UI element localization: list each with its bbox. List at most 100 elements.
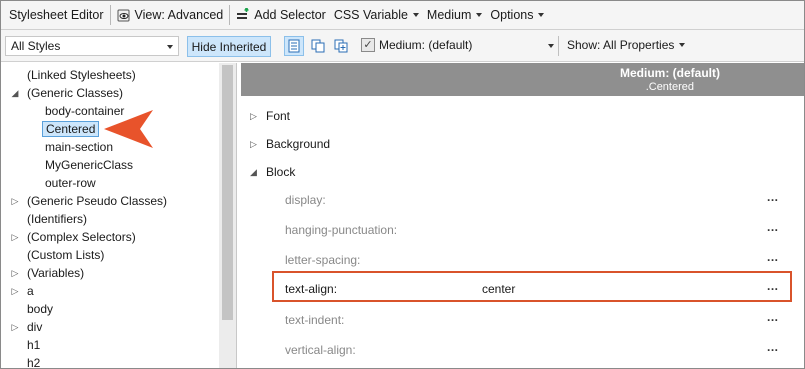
copy-selector-button[interactable]	[308, 36, 328, 56]
styles-filter-select[interactable]: All Styles	[5, 36, 179, 56]
styles-filter-value: All Styles	[11, 39, 61, 53]
collapsed-icon[interactable]: ▷	[10, 318, 20, 336]
tree-item-label: a	[27, 284, 34, 298]
options-menu-label: Options	[490, 8, 534, 22]
more-options-button[interactable]: ...	[767, 220, 779, 234]
tree-item[interactable]: ▷ div	[1, 318, 219, 336]
more-options-button[interactable]: ...	[767, 340, 779, 354]
more-options-button[interactable]: ...	[767, 310, 779, 324]
tree-item-label: h1	[27, 338, 41, 352]
tree-item[interactable]: MyGenericClass	[1, 156, 219, 174]
property-name: display:	[285, 193, 326, 207]
tree-item[interactable]: h1	[1, 336, 219, 354]
tree-item-label: Centered	[42, 121, 100, 137]
header-selector: .Centered	[645, 81, 694, 93]
collapsed-icon[interactable]: ▷	[10, 228, 20, 246]
new-selector-button[interactable]	[331, 36, 351, 56]
tree-item[interactable]: Centered	[1, 120, 219, 138]
chevron-down-icon	[476, 13, 483, 17]
collapsed-icon[interactable]: ▷	[10, 282, 20, 300]
show-properties-label: Show: All Properties	[567, 38, 675, 52]
add-selector-label: Add Selector	[254, 8, 326, 22]
copy-icon	[311, 39, 325, 53]
tree-item[interactable]: ◢ (Generic Classes)	[1, 84, 219, 102]
property-panel-header: Medium: (default) .Centered	[241, 63, 804, 96]
tree-item-label: (Generic Pseudo Classes)	[27, 194, 168, 208]
property-row[interactable]: text-indent:...	[241, 309, 804, 331]
expanded-icon[interactable]: ◢	[250, 167, 257, 178]
section-label: Font	[266, 109, 291, 123]
chevron-down-icon	[167, 45, 173, 49]
checkmark-icon: ✓	[363, 38, 373, 51]
tree-item[interactable]: ▷ (Variables)	[1, 264, 219, 282]
tree-item-label: outer-row	[45, 176, 96, 190]
toolbar-separator	[109, 5, 111, 25]
scrollbar-thumb[interactable]	[222, 65, 233, 320]
tree-item[interactable]: outer-row	[1, 174, 219, 192]
tree-item[interactable]: (Identifiers)	[1, 210, 219, 228]
tree-item[interactable]: body-container	[1, 102, 219, 120]
tree-item-label: (Custom Lists)	[27, 248, 105, 262]
list-view-button[interactable]	[284, 36, 304, 56]
medium-checkbox[interactable]: ✓	[361, 38, 375, 52]
filter-toolbar: All Styles Hide Inherited ✓ Medium: (def…	[1, 30, 804, 62]
main-toolbar: Stylesheet Editor View: Advanced Add Sel…	[1, 1, 804, 30]
collapsed-icon[interactable]: ▷	[250, 139, 257, 150]
options-menu[interactable]: Options	[486, 4, 548, 26]
tree-item-label: MyGenericClass	[45, 158, 134, 172]
tree-item[interactable]: main-section	[1, 138, 219, 156]
property-row[interactable]: letter-spacing:...	[241, 249, 804, 271]
chevron-down-icon	[679, 43, 686, 47]
tree-item[interactable]: ▷ (Generic Pseudo Classes)	[1, 192, 219, 210]
chevron-down-icon	[538, 13, 545, 17]
list-view-icon	[288, 39, 300, 53]
stylesheet-editor-window: Stylesheet Editor View: Advanced Add Sel…	[0, 0, 805, 369]
medium-menu[interactable]: Medium	[423, 4, 486, 26]
tree-item-label: body-container	[45, 104, 125, 118]
tree-item-label: (Linked Stylesheets)	[27, 68, 136, 82]
tree-item-label: h2	[27, 356, 41, 369]
selector-tree: (Linked Stylesheets) ◢ (Generic Classes) bo…	[1, 63, 237, 369]
more-options-button[interactable]: ...	[767, 250, 779, 264]
tree-item-label: (Complex Selectors)	[27, 230, 136, 244]
expanded-icon[interactable]: ◢	[10, 84, 20, 102]
collapsed-icon[interactable]: ▷	[250, 111, 257, 122]
tree-item-label: (Identifiers)	[27, 212, 88, 226]
add-selector-button[interactable]: Add Selector	[232, 4, 330, 26]
css-variable-label: CSS Variable	[333, 8, 408, 22]
property-name: hanging-punctuation:	[285, 223, 398, 237]
medium-menu-label: Medium	[426, 8, 472, 22]
show-properties-menu[interactable]: Show: All Properties	[567, 38, 686, 52]
section-label: Background	[266, 137, 331, 151]
hide-inherited-button[interactable]: Hide Inherited	[187, 36, 271, 57]
tree-item[interactable]: body	[1, 300, 219, 318]
tree-item-label: (Generic Classes)	[27, 86, 124, 100]
tree-item[interactable]: ▷ (Complex Selectors)	[1, 228, 219, 246]
tree-item[interactable]: (Linked Stylesheets)	[1, 66, 219, 84]
chevron-down-icon[interactable]	[548, 44, 554, 48]
property-panel: Medium: (default) .Centered ▷ Font ▷ Backgr…	[241, 63, 804, 368]
tree-item-label: (Variables)	[27, 266, 85, 280]
medium-select-value[interactable]: Medium: (default)	[379, 38, 472, 52]
add-selector-icon	[237, 8, 249, 19]
collapsed-icon[interactable]: ▷	[10, 264, 20, 282]
view-advanced-button[interactable]: View: Advanced	[113, 4, 228, 26]
collapsed-icon[interactable]: ▷	[10, 192, 20, 210]
tree-item-label: main-section	[45, 140, 114, 154]
tree-item[interactable]: h2	[1, 354, 219, 369]
tree-item[interactable]: ▷ a	[1, 282, 219, 300]
css-variable-menu[interactable]: CSS Variable	[330, 4, 423, 26]
section-label: Block	[266, 165, 296, 179]
hide-inherited-label: Hide Inherited	[191, 39, 267, 54]
property-row[interactable]: hanging-punctuation:...	[241, 219, 804, 241]
tree-scrollbar[interactable]	[219, 63, 236, 368]
more-options-button[interactable]: ...	[767, 190, 779, 204]
tree-item[interactable]: (Custom Lists)	[1, 246, 219, 264]
toolbar-separator	[558, 36, 559, 56]
toolbar-separator	[229, 5, 231, 25]
editor-title: Stylesheet Editor	[9, 8, 104, 22]
property-row[interactable]: vertical-align:...	[241, 339, 804, 361]
header-medium: Medium: (default)	[620, 66, 720, 80]
property-row[interactable]: display:...	[241, 189, 804, 211]
tree-item-label: div	[27, 320, 43, 334]
